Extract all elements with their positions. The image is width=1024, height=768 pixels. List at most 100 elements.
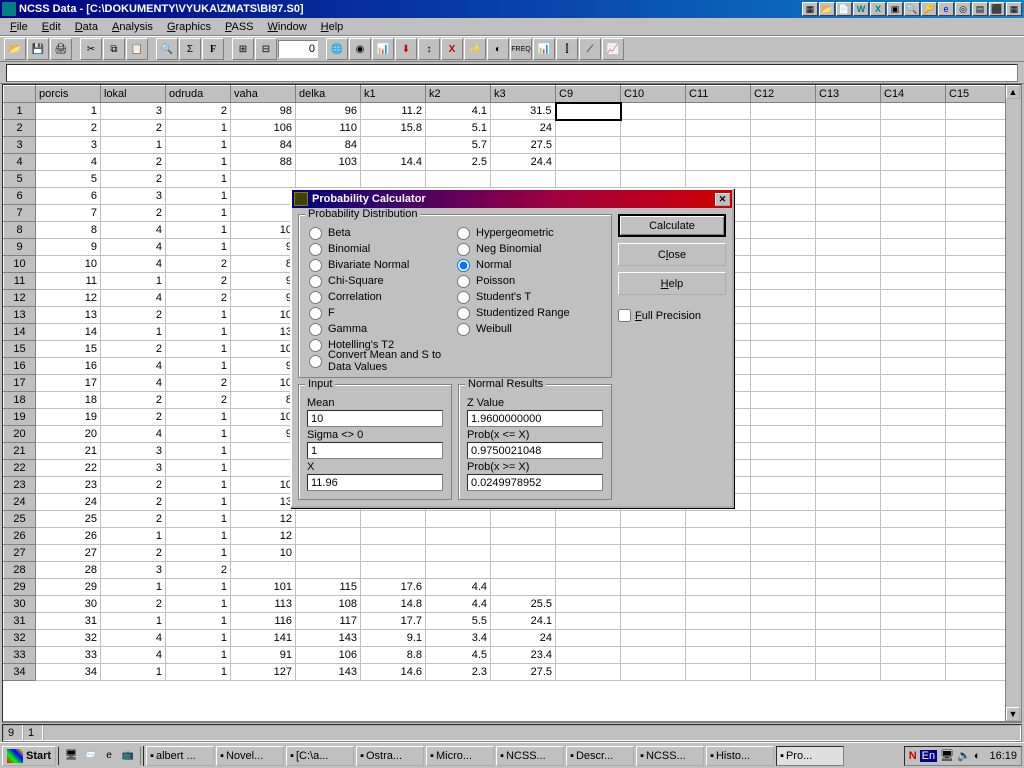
cell[interactable] [686, 562, 751, 579]
cell[interactable] [361, 511, 426, 528]
cell[interactable]: 106 [296, 647, 361, 664]
radio-hypergeometric[interactable] [457, 227, 470, 240]
cell[interactable] [816, 392, 881, 409]
radio-gamma[interactable] [309, 323, 322, 336]
cut-icon[interactable]: ✂ [80, 38, 102, 60]
output-field[interactable] [467, 474, 603, 491]
cell[interactable] [621, 664, 686, 681]
column-header[interactable]: C11 [686, 86, 751, 103]
cell[interactable] [296, 171, 361, 188]
cell[interactable]: 84 [231, 137, 296, 154]
cell[interactable]: 12 [231, 528, 296, 545]
cell[interactable] [946, 545, 1011, 562]
row-header[interactable]: 27 [4, 545, 36, 562]
taskbar-task[interactable]: ▪[C:\a... [286, 746, 354, 766]
cell[interactable]: 9.1 [361, 630, 426, 647]
cell[interactable] [751, 460, 816, 477]
cell[interactable]: 14 [36, 324, 101, 341]
cell[interactable] [231, 460, 296, 477]
taskbar-task[interactable]: ▪Ostra... [356, 746, 424, 766]
cell[interactable]: 88 [231, 154, 296, 171]
cell[interactable]: 4 [101, 290, 166, 307]
cell[interactable]: 141 [231, 630, 296, 647]
cell[interactable]: 2 [166, 562, 231, 579]
radio-f[interactable] [309, 307, 322, 320]
cell[interactable]: 1 [166, 120, 231, 137]
scroll-down-icon[interactable]: ▼ [1006, 707, 1020, 721]
row-header[interactable]: 34 [4, 664, 36, 681]
taskbar-task[interactable]: ▪albert ... [146, 746, 214, 766]
row-header[interactable]: 31 [4, 613, 36, 630]
cell[interactable] [946, 528, 1011, 545]
cell[interactable]: 1 [101, 664, 166, 681]
cell[interactable]: 2 [166, 290, 231, 307]
cell[interactable]: 12 [36, 290, 101, 307]
cell[interactable]: 14.6 [361, 664, 426, 681]
menu-pass[interactable]: PASS [219, 20, 260, 34]
cell[interactable] [881, 341, 946, 358]
cell[interactable] [751, 256, 816, 273]
tool-icon[interactable]: ✨ [464, 38, 486, 60]
menu-data[interactable]: Data [69, 20, 104, 34]
column-header[interactable]: C15 [946, 86, 1011, 103]
cell[interactable] [686, 154, 751, 171]
cell[interactable] [816, 647, 881, 664]
cell[interactable] [751, 443, 816, 460]
column-header[interactable]: lokal [101, 86, 166, 103]
cell[interactable] [751, 545, 816, 562]
tray-icon[interactable]: ▦ [1006, 2, 1022, 16]
row-header[interactable]: 13 [4, 307, 36, 324]
cell[interactable]: 9 [36, 239, 101, 256]
cell[interactable]: 116 [231, 613, 296, 630]
taskbar-task[interactable]: ▪Pro... [776, 746, 844, 766]
cell[interactable] [751, 596, 816, 613]
cell[interactable] [946, 120, 1011, 137]
row-header[interactable]: 11 [4, 273, 36, 290]
cell[interactable] [816, 664, 881, 681]
cell[interactable]: 4 [101, 222, 166, 239]
cell[interactable] [946, 256, 1011, 273]
cell[interactable]: 11.2 [361, 103, 426, 120]
cell[interactable]: 31.5 [491, 103, 556, 120]
cell[interactable] [751, 273, 816, 290]
cell[interactable]: 16 [36, 358, 101, 375]
cell[interactable] [231, 171, 296, 188]
close-icon[interactable]: ✕ [715, 193, 730, 206]
cell[interactable] [946, 239, 1011, 256]
cell[interactable] [946, 511, 1011, 528]
save-icon[interactable]: 💾 [27, 38, 49, 60]
column-header[interactable]: vaha [231, 86, 296, 103]
input-mean[interactable] [307, 410, 443, 427]
cell[interactable] [751, 154, 816, 171]
cell[interactable] [296, 545, 361, 562]
cell[interactable]: 2 [101, 154, 166, 171]
cell[interactable] [621, 528, 686, 545]
cell[interactable]: 4.4 [426, 579, 491, 596]
cell[interactable] [946, 307, 1011, 324]
cell[interactable]: 1 [166, 460, 231, 477]
cell[interactable] [946, 222, 1011, 239]
cell[interactable] [686, 613, 751, 630]
cell[interactable]: 2.5 [426, 154, 491, 171]
cell[interactable] [621, 647, 686, 664]
cell[interactable] [231, 562, 296, 579]
row-header[interactable]: 2 [4, 120, 36, 137]
cell[interactable] [751, 290, 816, 307]
row-header[interactable]: 5 [4, 171, 36, 188]
print-icon[interactable]: 🖨 [50, 38, 72, 60]
cell[interactable]: 2 [166, 273, 231, 290]
cell[interactable]: 34 [36, 664, 101, 681]
cell[interactable]: 1 [166, 188, 231, 205]
cell[interactable] [491, 545, 556, 562]
cell[interactable]: 20 [36, 426, 101, 443]
cell[interactable] [686, 103, 751, 120]
cell[interactable] [946, 664, 1011, 681]
cell[interactable]: 24.4 [491, 154, 556, 171]
cell[interactable] [816, 154, 881, 171]
cell[interactable]: 17.6 [361, 579, 426, 596]
tray-icon[interactable]: 📄 [836, 2, 852, 16]
cell[interactable]: 2 [101, 120, 166, 137]
tray-icon[interactable]: 🔑 [921, 2, 937, 16]
find-icon[interactable]: 🔍 [156, 38, 178, 60]
cell[interactable] [751, 188, 816, 205]
